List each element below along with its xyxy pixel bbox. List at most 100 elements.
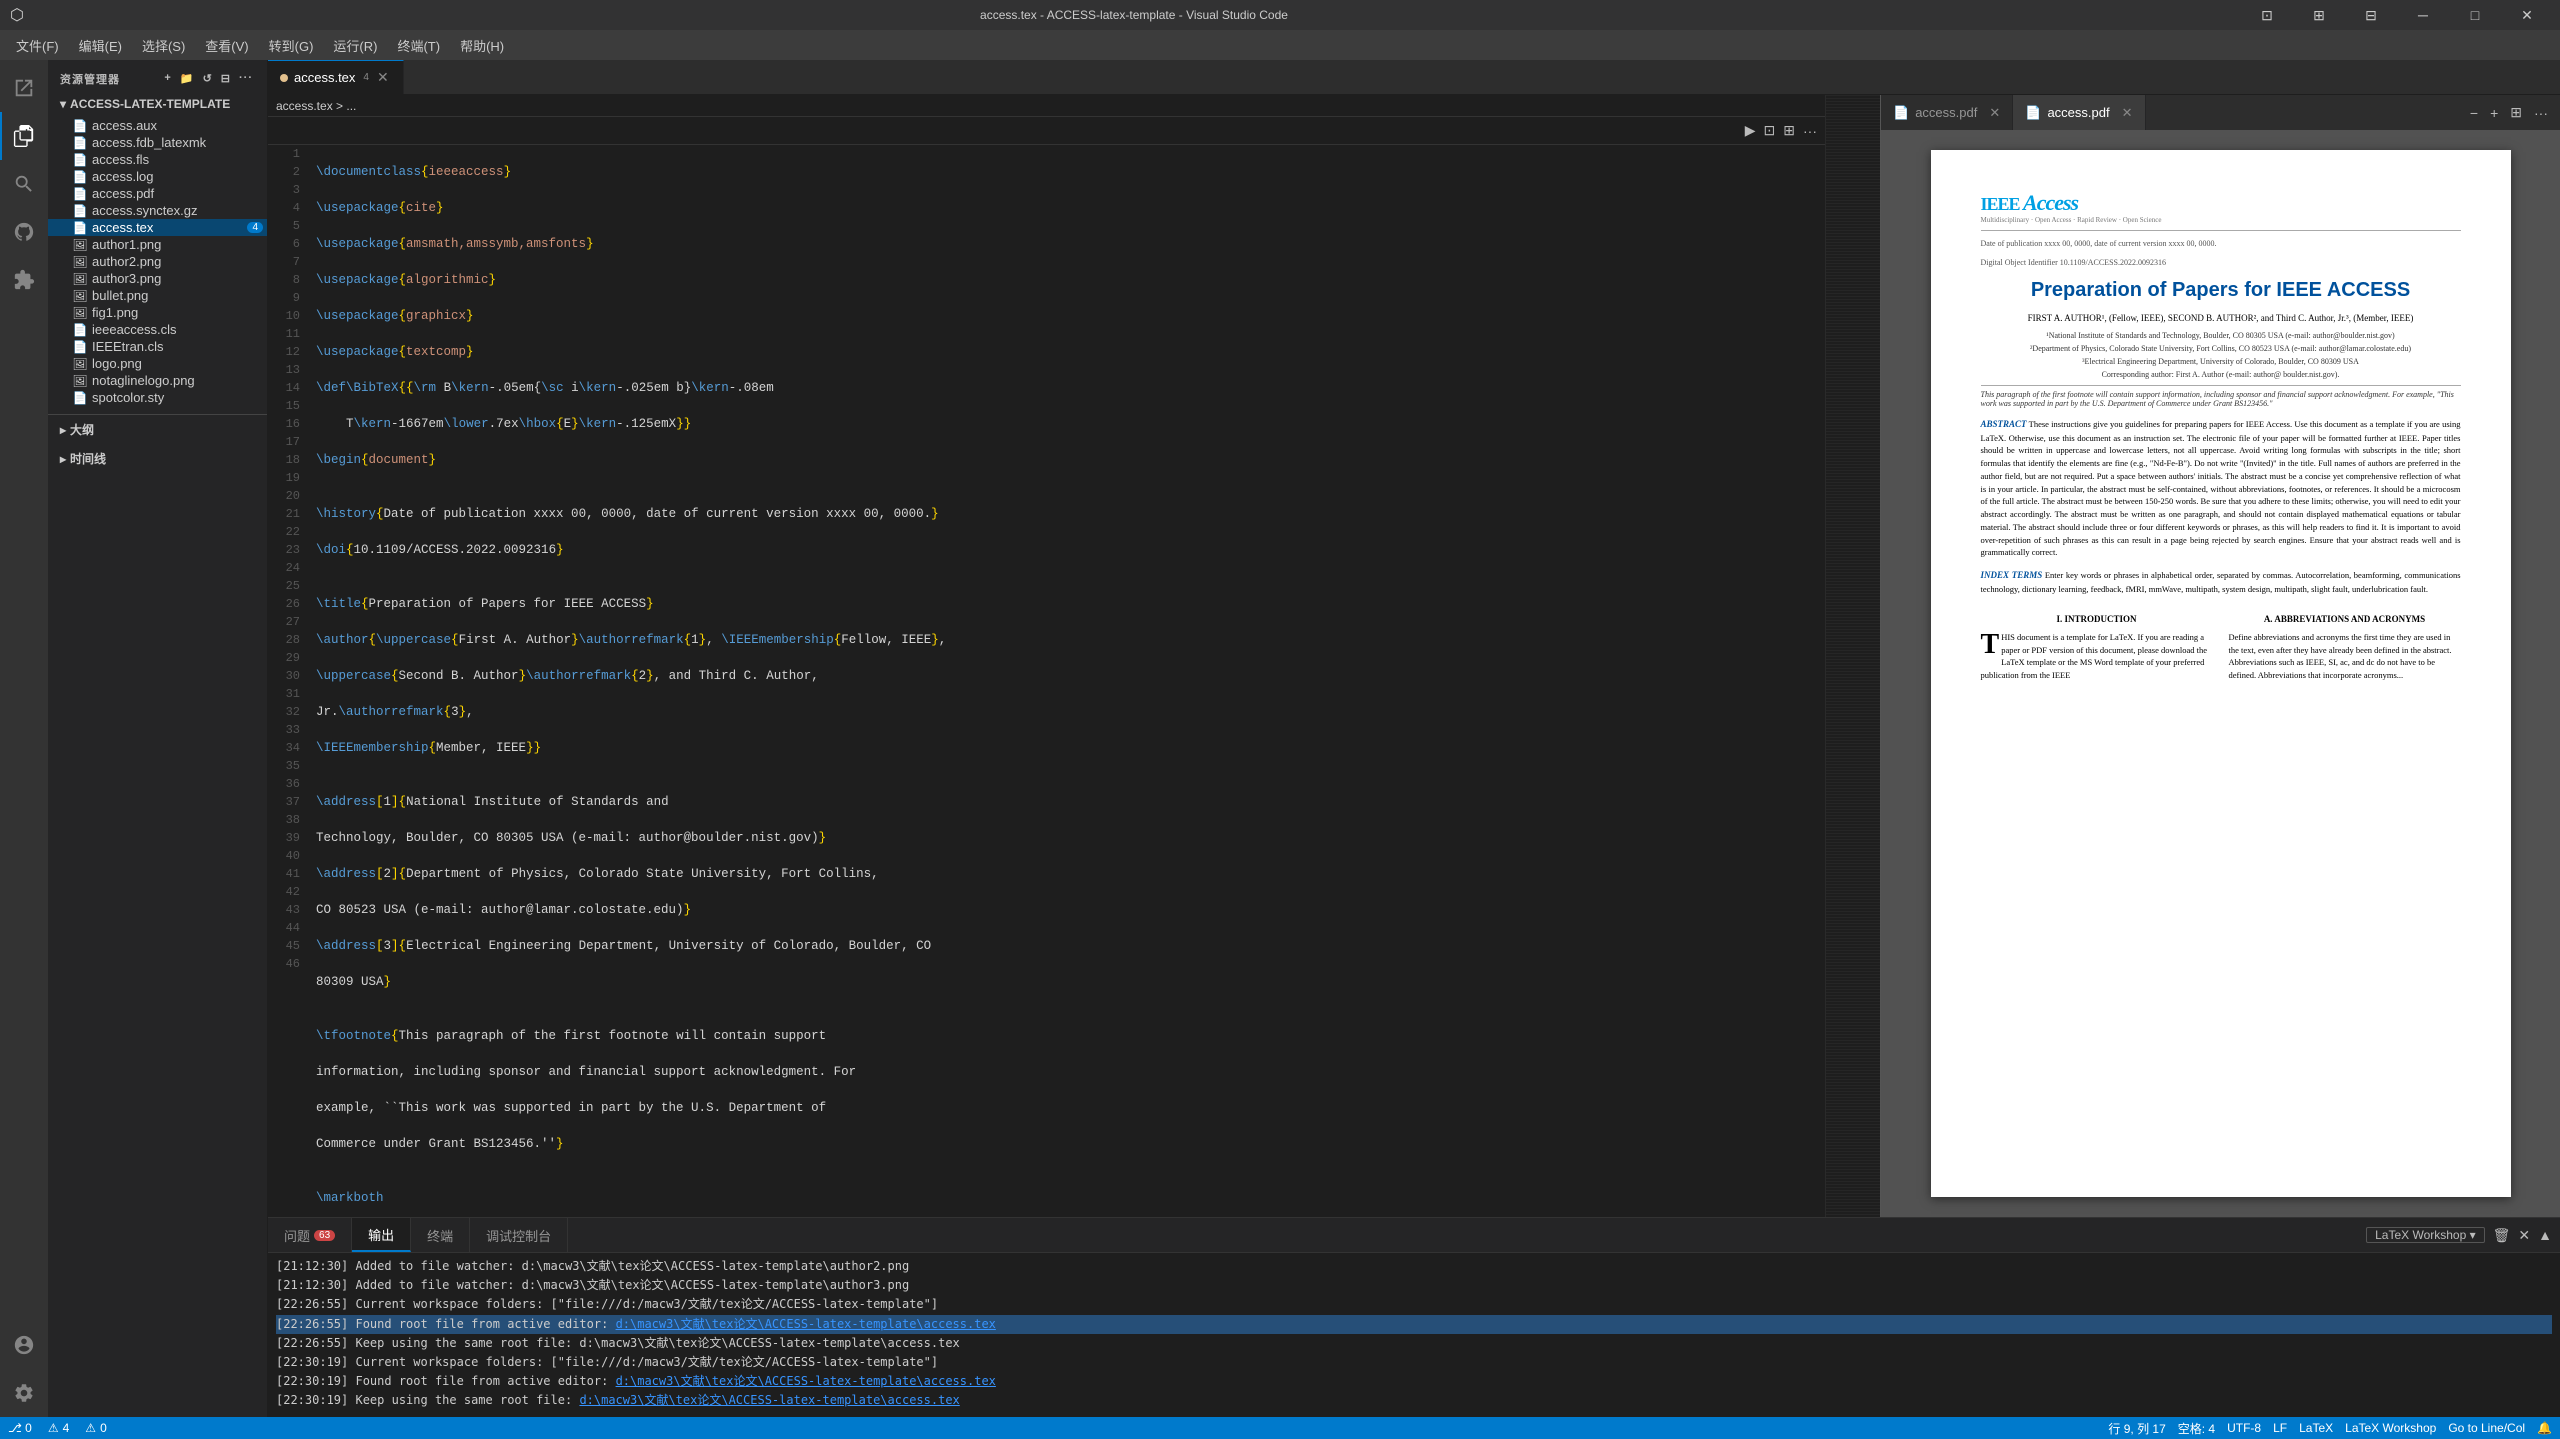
menu-select[interactable]: 选择(S) xyxy=(134,32,193,59)
pdf-zoom-in[interactable]: + xyxy=(2486,103,2502,123)
sidebar-item-access-pdf[interactable]: 📄 access.pdf xyxy=(48,185,267,202)
sidebar-item[interactable]: 📄 ieeeaccess.cls xyxy=(48,321,267,338)
run-button[interactable]: ▶ xyxy=(1745,122,1756,139)
code-editor[interactable]: 12345 678910 1112131415 1617181920 21222… xyxy=(268,145,1825,1217)
sidebar-item[interactable]: 🖼 fig1.png xyxy=(48,304,267,321)
menu-help[interactable]: 帮助(H) xyxy=(452,32,512,59)
activity-extensions[interactable] xyxy=(0,256,48,304)
activity-files[interactable] xyxy=(0,112,48,160)
activity-search[interactable] xyxy=(0,160,48,208)
activity-settings[interactable] xyxy=(0,1369,48,1417)
pdf-affil2: ²Department of Physics, Colorado State U… xyxy=(1981,344,2461,353)
file-label: access.fls xyxy=(92,152,267,167)
cursor-position[interactable]: 行 9, 列 17 xyxy=(2108,1420,2165,1437)
root-folder[interactable]: ▾ ACCESS-LATEX-TEMPLATE xyxy=(48,91,267,117)
clear-output-btn[interactable]: 🗑 xyxy=(2493,1227,2511,1244)
activity-source-control[interactable] xyxy=(0,208,48,256)
window-layout-btn2[interactable]: ⊞ xyxy=(2296,0,2342,30)
file-label: notaglinelogo.png xyxy=(92,373,267,388)
sidebar-item[interactable]: 🖼 notaglinelogo.png xyxy=(48,372,267,389)
title-bar-left: ⬡ xyxy=(10,5,24,25)
close-btn[interactable]: ✕ xyxy=(2504,0,2550,30)
source-control-status[interactable]: ⎇ 0 xyxy=(8,1421,32,1435)
sidebar-item[interactable]: 🖼 author1.png xyxy=(48,236,267,253)
sidebar-item[interactable]: 📄 IEEEtran.cls xyxy=(48,338,267,355)
menu-goto[interactable]: 转到(G) xyxy=(261,32,322,59)
sidebar-collapse[interactable]: ⊟ xyxy=(219,70,233,87)
pdf-header: IEEE Access Multidisciplinary · Open Acc… xyxy=(1981,190,2461,231)
sidebar-item[interactable]: 🖼 author2.png xyxy=(48,253,267,270)
index-title: INDEX TERMS xyxy=(1981,570,2043,580)
window-layout-btn3[interactable]: ⊟ xyxy=(2348,0,2394,30)
tab-close-btn[interactable]: ✕ xyxy=(375,69,391,86)
sidebar-item-access-log[interactable]: 📄 access.log xyxy=(48,168,267,185)
bottom-tab-problems[interactable]: 问题 63 xyxy=(268,1218,352,1252)
language-mode[interactable]: LaTeX xyxy=(2299,1421,2333,1435)
pdf-col-left: I. INTRODUCTION T HIS document is a temp… xyxy=(1981,605,2213,682)
latex-workshop-selector[interactable]: LaTeX Workshop ▾ xyxy=(2366,1227,2485,1243)
pdf-fit[interactable]: ⊞ xyxy=(2506,102,2526,123)
sidebar-more[interactable]: ··· xyxy=(237,70,255,87)
notifications-btn[interactable]: 🔔 xyxy=(2537,1421,2552,1435)
sidebar-item[interactable]: 🖼 author3.png xyxy=(48,270,267,287)
sidebar-new-folder[interactable]: 📁 xyxy=(178,70,197,87)
sidebar-item-synctex[interactable]: 📄 access.synctex.gz xyxy=(48,202,267,219)
bottom-panel: 问题 63 输出 终端 调试控制台 LaTeX Workshop ▾ 🗑 ✕ ▲ xyxy=(268,1217,2560,1417)
line-ending[interactable]: LF xyxy=(2273,1421,2287,1435)
menu-edit[interactable]: 编辑(E) xyxy=(71,32,130,59)
sidebar-new-file[interactable]: + xyxy=(162,70,173,87)
pdf-zoom-out[interactable]: − xyxy=(2466,103,2482,123)
menu-file[interactable]: 文件(F) xyxy=(8,32,67,59)
pdf-tab-close[interactable]: ✕ xyxy=(2122,105,2133,121)
sidebar-item[interactable]: 📄 access.fdb_latexmk xyxy=(48,134,267,151)
sidebar-item[interactable]: 📄 spotcolor.sty xyxy=(48,389,267,406)
goto-line-status[interactable]: Go to Line/Col xyxy=(2448,1421,2525,1435)
bottom-tab-debug[interactable]: 调试控制台 xyxy=(470,1218,568,1252)
window-layout-btn[interactable]: ⊡ xyxy=(2244,0,2290,30)
file-label: IEEEtran.cls xyxy=(92,339,267,354)
timeline-section[interactable]: ▸ 时间线 xyxy=(48,444,267,473)
log-path[interactable]: d:\macw3\文献\tex论文\ACCESS-latex-template\… xyxy=(616,1317,996,1331)
pdf-tabs: 📄 access.pdf ✕ 📄 access.pdf ✕ − + ⊞ ··· xyxy=(1881,95,2560,130)
maximize-btn[interactable]: □ xyxy=(2452,0,2498,30)
tab-access-tex[interactable]: access.tex 4 ✕ xyxy=(268,60,404,94)
menu-run[interactable]: 运行(R) xyxy=(325,32,385,59)
split-editor-btn[interactable]: ⊡ xyxy=(1764,122,1776,139)
more-actions-btn[interactable]: ··· xyxy=(1803,123,1817,139)
errors-status[interactable]: ⚠ 4 xyxy=(48,1421,69,1435)
menu-terminal[interactable]: 终端(T) xyxy=(389,32,448,59)
log-path[interactable]: d:\macw3\文献\tex论文\ACCESS-latex-template\… xyxy=(616,1374,996,1388)
activity-explorer[interactable] xyxy=(0,64,48,112)
pdf-abstract: ABSTRACT These instructions give you gui… xyxy=(1981,418,2461,559)
pdf-content[interactable]: IEEE Access Multidisciplinary · Open Acc… xyxy=(1881,130,2560,1217)
tab-label: access.tex xyxy=(294,70,355,85)
indentation[interactable]: 空格: 4 xyxy=(2178,1420,2215,1437)
pdf-tab-close[interactable]: ✕ xyxy=(1989,105,2000,121)
file-icon: 📄 xyxy=(72,221,88,235)
split-editor-btn2[interactable]: ⊞ xyxy=(1783,122,1795,139)
latex-workshop-status[interactable]: LaTeX Workshop xyxy=(2345,1421,2436,1435)
maximize-panel-btn[interactable]: ▲ xyxy=(2538,1227,2552,1243)
activity-accounts[interactable] xyxy=(0,1321,48,1369)
sidebar-item[interactable]: 🖼 bullet.png xyxy=(48,287,267,304)
minimize-btn[interactable]: ─ xyxy=(2400,0,2446,30)
pdf-index-section: INDEX TERMS Enter key words or phrases i… xyxy=(1981,569,2461,595)
pdf-tab-1[interactable]: 📄 access.pdf ✕ xyxy=(1881,95,2013,130)
sidebar-refresh[interactable]: ↺ xyxy=(201,70,215,87)
bottom-tab-terminal[interactable]: 终端 xyxy=(411,1218,470,1252)
pdf-more[interactable]: ··· xyxy=(2530,103,2552,123)
close-panel-btn[interactable]: ✕ xyxy=(2518,1227,2530,1244)
pdf-tab-label: access.pdf xyxy=(1915,105,1977,120)
sidebar-item-access-tex[interactable]: 📄 access.tex 4 xyxy=(48,219,267,236)
pdf-tab-2[interactable]: 📄 access.pdf ✕ xyxy=(2013,95,2145,130)
menu-view[interactable]: 查看(V) xyxy=(197,32,256,59)
warnings-status[interactable]: ⚠ 0 xyxy=(85,1421,106,1435)
code-content[interactable]: \documentclass{ieeeaccess} \usepackage{c… xyxy=(308,145,1825,1217)
sidebar-item[interactable]: 🖼 logo.png xyxy=(48,355,267,372)
log-path[interactable]: d:\macw3\文献\tex论文\ACCESS-latex-template\… xyxy=(579,1393,959,1407)
sidebar-item[interactable]: 📄 access.aux xyxy=(48,117,267,134)
encoding[interactable]: UTF-8 xyxy=(2227,1421,2261,1435)
outline-section[interactable]: ▸ 大纲 xyxy=(48,414,267,444)
bottom-tab-output[interactable]: 输出 xyxy=(352,1218,411,1252)
sidebar-item[interactable]: 📄 access.fls xyxy=(48,151,267,168)
